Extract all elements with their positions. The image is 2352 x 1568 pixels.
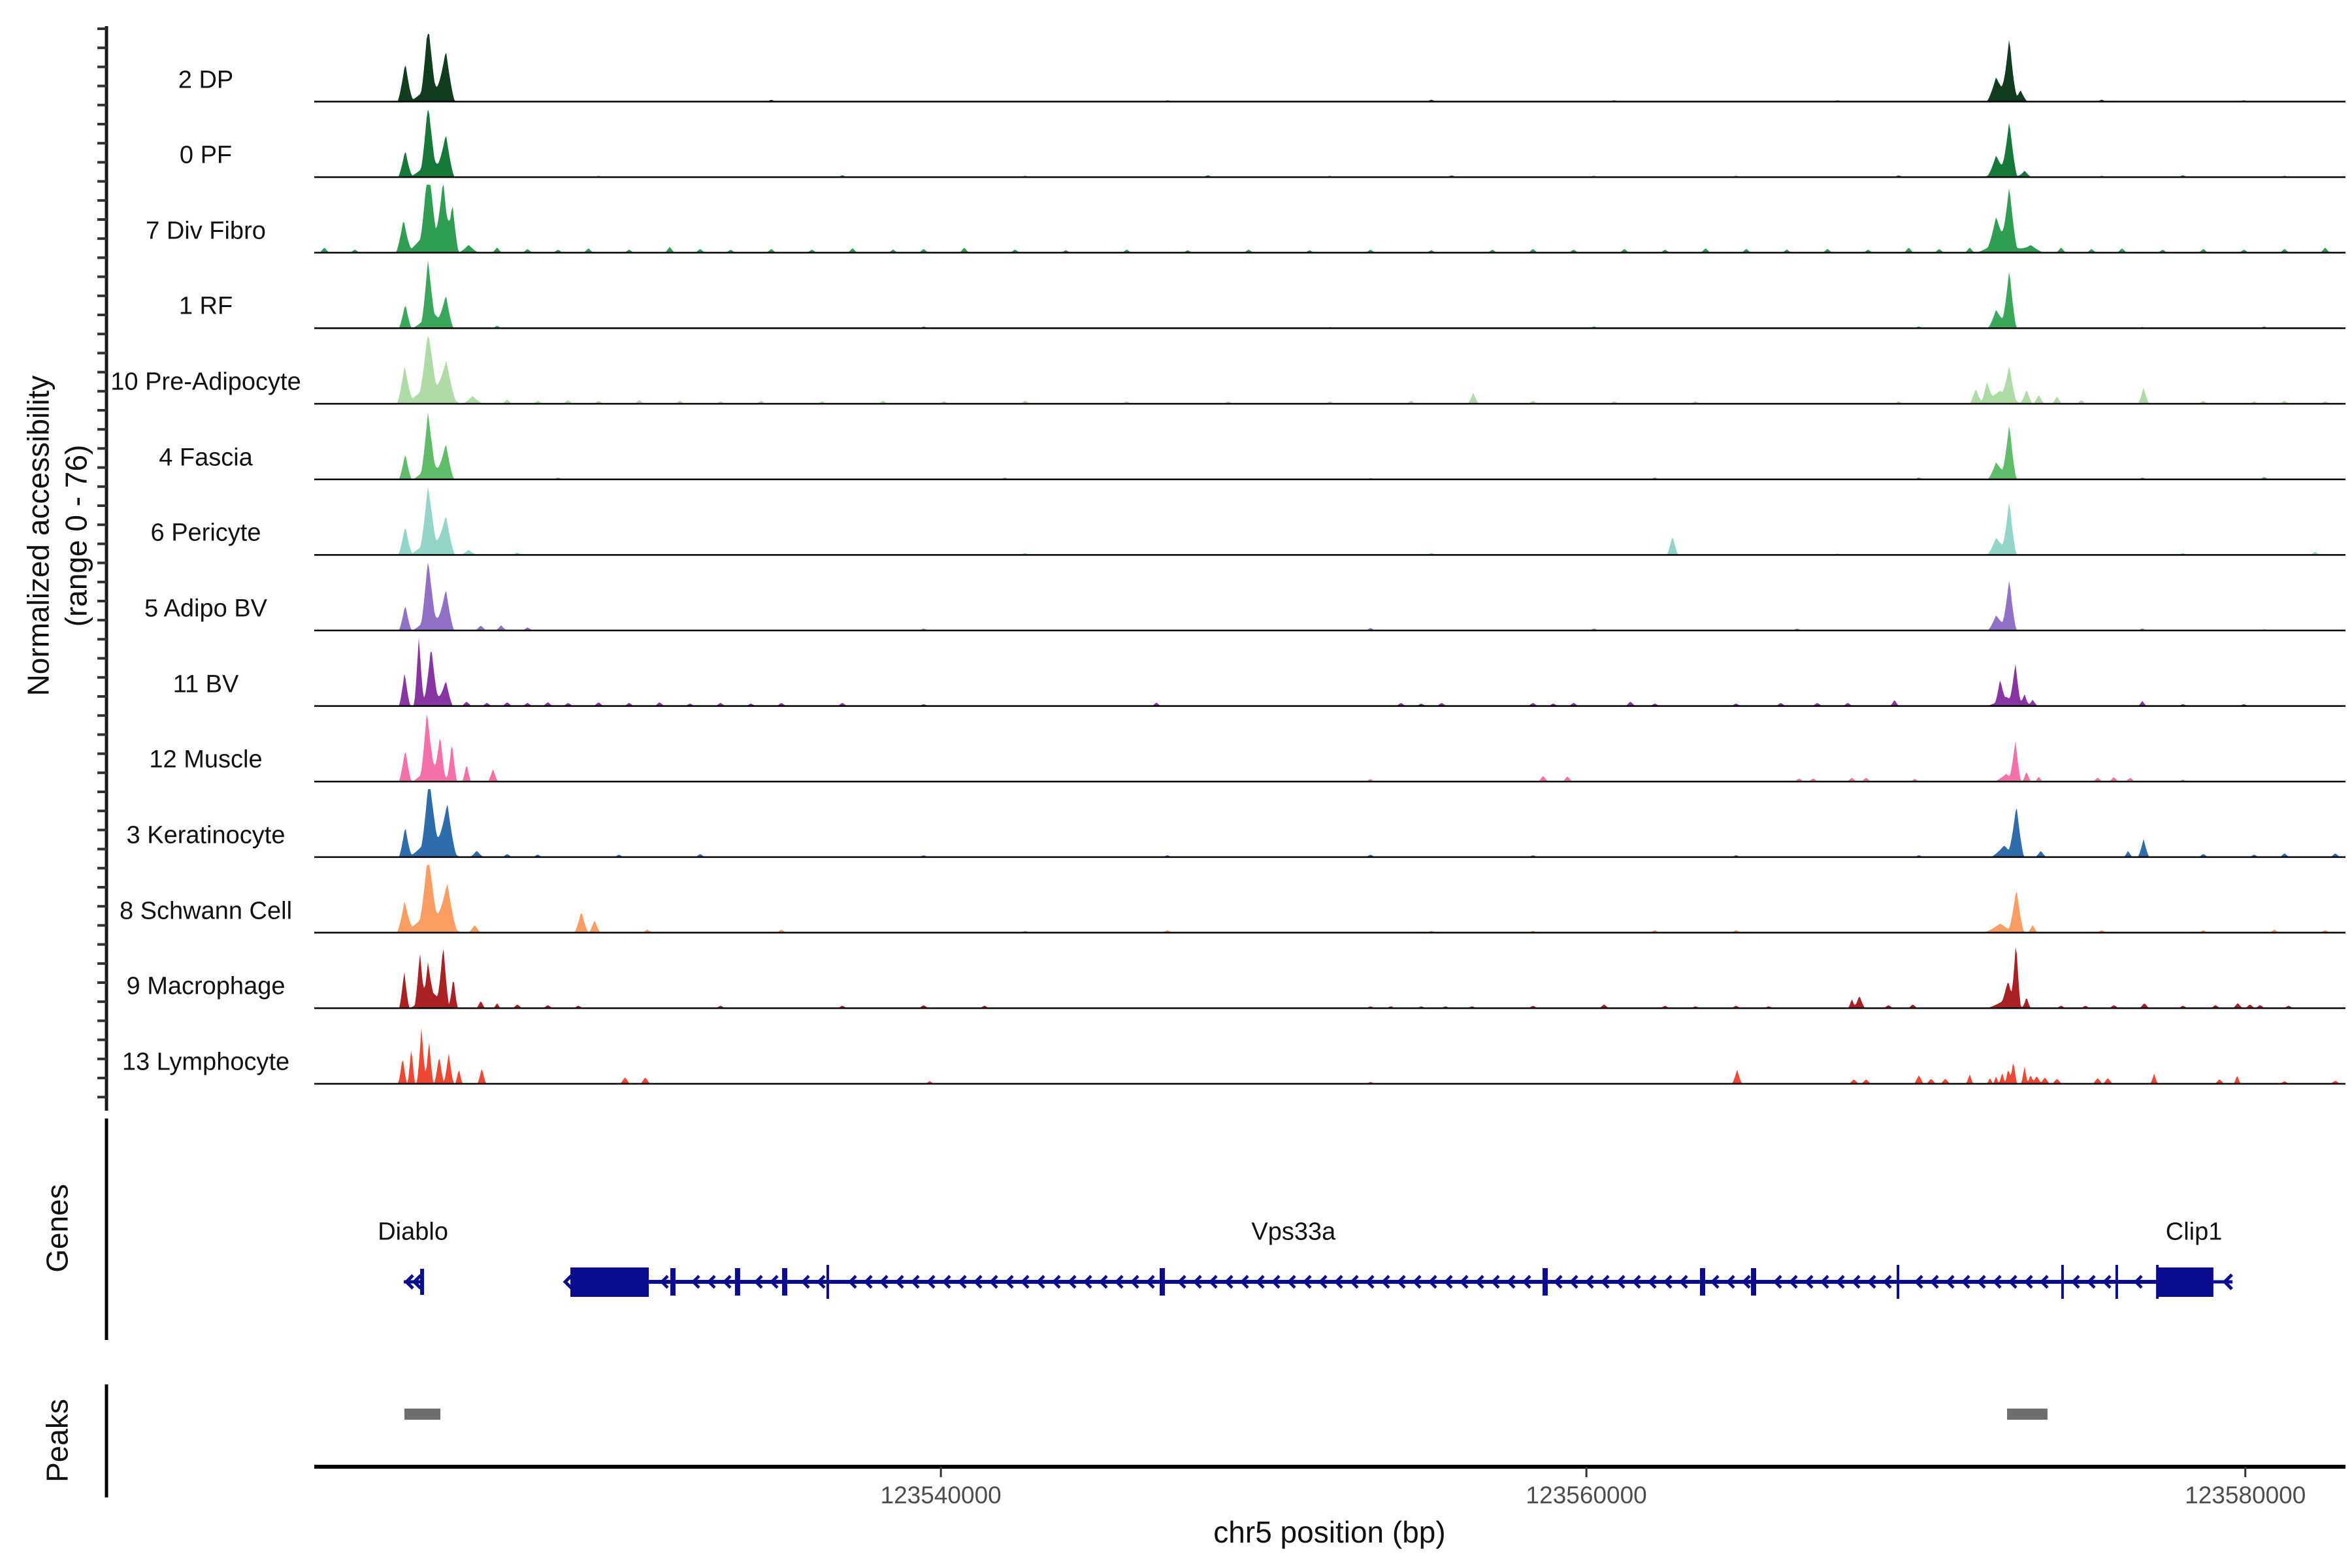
x-tick-label: 123580000 bbox=[2185, 1482, 2306, 1509]
track-signal-13-lymphocyte bbox=[314, 1028, 2345, 1084]
track-signal-9-macrophage bbox=[314, 947, 2345, 1008]
track-signal-12-muscle bbox=[314, 714, 2345, 781]
track-signal-7-div-fibro bbox=[314, 185, 2345, 253]
peaks-row-label: Peaks bbox=[39, 1399, 76, 1482]
track-label-5-adipo-bv: 5 Adipo BV bbox=[144, 595, 267, 623]
x-tick-label: 123560000 bbox=[1526, 1482, 1647, 1509]
track-label-7-div-fibro: 7 Div Fibro bbox=[146, 217, 266, 245]
track-label-0-pf: 0 PF bbox=[180, 142, 232, 170]
track-signal-6-pericyte bbox=[314, 487, 2345, 555]
y-axis-title-line1: Normalized accessibility bbox=[20, 376, 58, 696]
x-tick-label: 123540000 bbox=[881, 1482, 1002, 1509]
track-label-12-muscle: 12 Muscle bbox=[149, 746, 262, 774]
x-axis-title: chr5 position (bp) bbox=[1213, 1514, 1445, 1550]
called-peak-box bbox=[404, 1409, 440, 1420]
gene-label-clip1: Clip1 bbox=[2166, 1218, 2223, 1247]
track-signal-5-adipo-bv bbox=[314, 563, 2345, 630]
track-signal-11-bv bbox=[314, 638, 2345, 706]
track-label-1-rf: 1 RF bbox=[179, 293, 233, 321]
track-signal-3-keratinocyte bbox=[314, 789, 2345, 857]
track-label-8-schwann-cell: 8 Schwann Cell bbox=[120, 897, 292, 925]
track-label-2-dp: 2 DP bbox=[178, 66, 233, 94]
called-peak-box bbox=[2007, 1409, 2048, 1420]
track-label-11-bv: 11 BV bbox=[173, 670, 239, 698]
y-axis-title: Normalized accessibility (range 0 - 76) bbox=[20, 376, 95, 696]
track-label-10-pre-adipocyte: 10 Pre-Adipocyte bbox=[110, 368, 301, 397]
track-signal-1-rf bbox=[314, 260, 2345, 328]
track-signal-10-pre-adipocyte bbox=[314, 336, 2345, 404]
track-label-4-fascia: 4 Fascia bbox=[159, 444, 253, 472]
coverage-figure: Normalized accessibility (range 0 - 76) … bbox=[0, 0, 2352, 1568]
track-signal-2-dp bbox=[314, 34, 2345, 102]
track-signal-4-fascia bbox=[314, 412, 2345, 480]
y-axis-title-line2: (range 0 - 76) bbox=[57, 376, 95, 696]
gene-label-vps33a: Vps33a bbox=[1251, 1218, 1335, 1247]
tracks-plot-canvas bbox=[0, 0, 2352, 1568]
track-label-6-pericyte: 6 Pericyte bbox=[151, 519, 261, 547]
track-label-9-macrophage: 9 Macrophage bbox=[127, 973, 286, 1001]
track-signal-8-schwann-cell bbox=[314, 865, 2345, 933]
genes-row-label: Genes bbox=[39, 1184, 76, 1273]
track-signal-0-pf bbox=[314, 109, 2345, 177]
gene-clip1-box bbox=[2158, 1267, 2213, 1297]
gene-label-diablo: Diablo bbox=[378, 1218, 448, 1247]
track-label-13-lymphocyte: 13 Lymphocyte bbox=[122, 1048, 289, 1076]
track-label-3-keratinocyte: 3 Keratinocyte bbox=[127, 821, 286, 849]
gene-vps33a-exon1-box bbox=[570, 1267, 649, 1297]
